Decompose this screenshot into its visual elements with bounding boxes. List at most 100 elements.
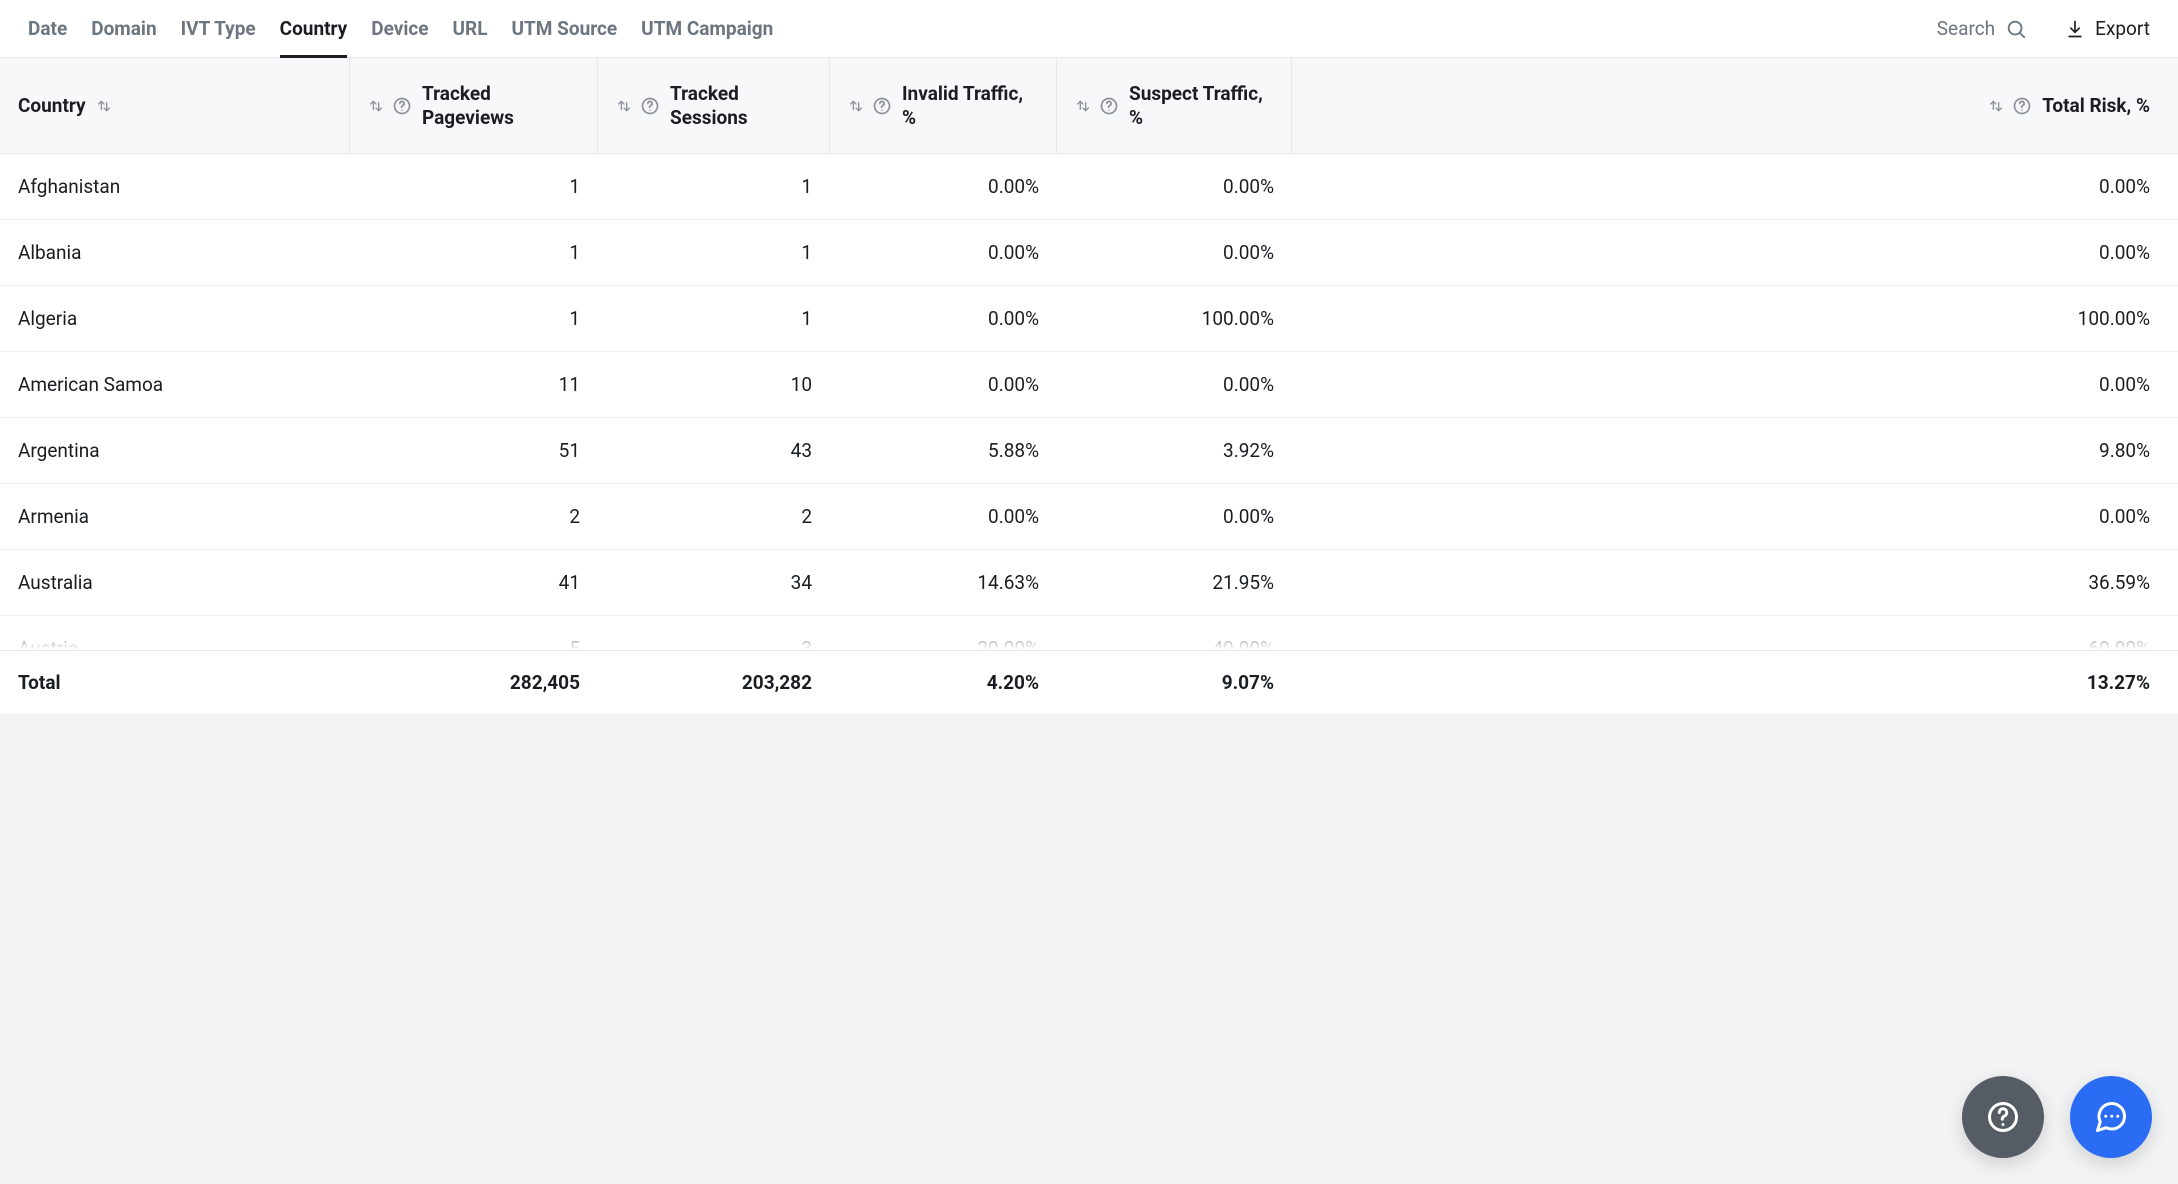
tab-label: Date (28, 17, 67, 40)
cell-pageviews: 1 (350, 307, 598, 330)
right-actions: Search Export (1937, 17, 2150, 40)
footer-invalid: 4.20% (830, 671, 1057, 694)
cell-pageviews: 2 (350, 505, 598, 528)
cell-pageviews: 11 (350, 373, 598, 396)
tab-label: Domain (91, 17, 156, 40)
col-header-country[interactable]: Country (0, 58, 350, 153)
search-icon (2005, 18, 2027, 40)
col-header-pageviews-label: Tracked Pageviews (422, 82, 579, 130)
cell-suspect: 3.92% (1057, 439, 1292, 462)
cell-suspect: 100.00% (1057, 307, 1292, 330)
tab-label: URL (453, 17, 488, 40)
export-label: Export (2095, 17, 2150, 40)
footer-total: 13.27% (1292, 671, 2178, 694)
cell-country: Argentina (0, 439, 350, 462)
cell-invalid: 0.00% (830, 373, 1057, 396)
tab-label: Device (371, 17, 428, 40)
cell-pageviews: 1 (350, 241, 598, 264)
cell-sessions: 34 (598, 571, 830, 594)
sort-icon[interactable] (1988, 98, 2004, 114)
tab-country[interactable]: Country (280, 0, 348, 57)
cell-country: Australia (0, 571, 350, 594)
tab-domain[interactable]: Domain (91, 0, 156, 57)
col-header-invalid[interactable]: Invalid Traffic, % (830, 58, 1057, 153)
table-header-row: Country Tracked Pageviews (0, 58, 2178, 154)
cell-sessions: 43 (598, 439, 830, 462)
sort-icon[interactable] (96, 98, 112, 114)
search-button[interactable]: Search (1937, 17, 2027, 40)
col-header-pageviews[interactable]: Tracked Pageviews (350, 58, 598, 153)
cell-invalid: 14.63% (830, 571, 1057, 594)
help-icon[interactable] (640, 96, 660, 116)
help-icon[interactable] (1099, 96, 1119, 116)
sort-icon[interactable] (616, 98, 632, 114)
tab-ivt-type[interactable]: IVT Type (181, 0, 256, 57)
cell-suspect: 0.00% (1057, 505, 1292, 528)
table-row: Australia413414.63%21.95%36.59% (0, 550, 2178, 616)
fab-container (1962, 1076, 2152, 1158)
data-table: Country Tracked Pageviews (0, 58, 2178, 714)
table-footer-row: Total 282,405 203,282 4.20% 9.07% 13.27% (0, 650, 2178, 714)
col-header-suspect[interactable]: Suspect Traffic, % (1057, 58, 1292, 153)
tab-label: IVT Type (181, 17, 256, 40)
cell-sessions: 3 (598, 637, 830, 650)
cell-invalid: 0.00% (830, 505, 1057, 528)
table-row: Austria5320.00%40.00%60.00% (0, 616, 2178, 650)
cell-total: 9.80% (1292, 439, 2178, 462)
cell-sessions: 1 (598, 307, 830, 330)
footer-label: Total (0, 671, 350, 694)
footer-pageviews: 282,405 (350, 671, 598, 694)
cell-pageviews: 51 (350, 439, 598, 462)
cell-pageviews: 41 (350, 571, 598, 594)
cell-suspect: 0.00% (1057, 241, 1292, 264)
cell-suspect: 21.95% (1057, 571, 1292, 594)
table-body[interactable]: Afghanistan110.00%0.00%0.00%Albania110.0… (0, 154, 2178, 650)
cell-invalid: 0.00% (830, 307, 1057, 330)
cell-total: 60.00% (1292, 637, 2178, 650)
help-icon[interactable] (2012, 96, 2032, 116)
help-icon[interactable] (872, 96, 892, 116)
tab-utm-campaign[interactable]: UTM Campaign (641, 0, 773, 57)
tab-date[interactable]: Date (28, 0, 67, 57)
topbar: Date Domain IVT Type Country Device URL UTM So… (0, 0, 2178, 58)
footer-sessions: 203,282 (598, 671, 830, 694)
chat-fab[interactable] (2070, 1076, 2152, 1158)
tab-device[interactable]: Device (371, 0, 428, 57)
cell-pageviews: 5 (350, 637, 598, 650)
sort-icon[interactable] (848, 98, 864, 114)
col-header-sessions[interactable]: Tracked Sessions (598, 58, 830, 153)
sort-icon[interactable] (1075, 98, 1091, 114)
tab-label: Country (280, 17, 348, 40)
col-header-total[interactable]: Total Risk, % (1292, 58, 2178, 153)
cell-pageviews: 1 (350, 175, 598, 198)
cell-suspect: 0.00% (1057, 373, 1292, 396)
table-row: American Samoa11100.00%0.00%0.00% (0, 352, 2178, 418)
cell-country: Albania (0, 241, 350, 264)
table-row: Albania110.00%0.00%0.00% (0, 220, 2178, 286)
cell-total: 0.00% (1292, 241, 2178, 264)
col-header-total-label: Total Risk, % (2042, 94, 2150, 118)
download-icon (2065, 19, 2085, 39)
cell-total: 0.00% (1292, 373, 2178, 396)
cell-suspect: 40.00% (1057, 637, 1292, 650)
cell-invalid: 0.00% (830, 241, 1057, 264)
cell-country: American Samoa (0, 373, 350, 396)
cell-country: Austria (0, 637, 350, 650)
export-button[interactable]: Export (2065, 17, 2150, 40)
table-row: Algeria110.00%100.00%100.00% (0, 286, 2178, 352)
tab-url[interactable]: URL (453, 0, 488, 57)
table-row: Argentina51435.88%3.92%9.80% (0, 418, 2178, 484)
cell-sessions: 2 (598, 505, 830, 528)
help-fab[interactable] (1962, 1076, 2044, 1158)
help-icon[interactable] (392, 96, 412, 116)
tab-label: UTM Campaign (641, 17, 773, 40)
sort-icon[interactable] (368, 98, 384, 114)
cell-invalid: 5.88% (830, 439, 1057, 462)
cell-invalid: 0.00% (830, 175, 1057, 198)
tab-utm-source[interactable]: UTM Source (512, 0, 618, 57)
cell-sessions: 1 (598, 175, 830, 198)
cell-total: 36.59% (1292, 571, 2178, 594)
col-header-suspect-label: Suspect Traffic, % (1129, 82, 1273, 130)
col-header-country-label: Country (18, 94, 86, 118)
table-row: Armenia220.00%0.00%0.00% (0, 484, 2178, 550)
